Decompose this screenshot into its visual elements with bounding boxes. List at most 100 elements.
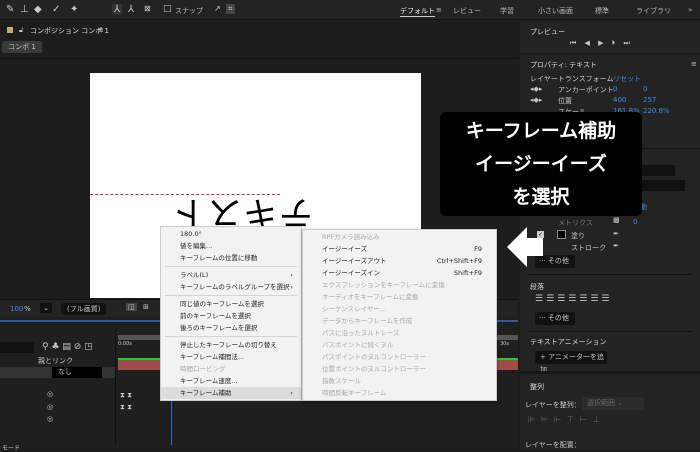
context-menu-item[interactable]: キーフレームの位置に移動 <box>161 252 301 264</box>
context-menu-item[interactable]: 前のキーフレームを選択 <box>161 310 301 322</box>
fill-color-swatch[interactable] <box>557 230 566 239</box>
menu-item-label: 同じ値のキーフレームを選択 <box>180 300 264 308</box>
canvas-text-layer[interactable]: テキスト <box>170 192 313 232</box>
panel-menu-icon[interactable]: ≡ <box>98 26 104 34</box>
keyframe-icon[interactable]: ⧗ ⧗ <box>120 391 132 400</box>
menu-item-label: キーフレームのラベルグループを選択 <box>180 283 290 291</box>
workspace-tab-small-screen[interactable]: 小さい画面 <box>538 6 573 16</box>
snap-option-icon[interactable]: ↗ <box>214 4 221 13</box>
eyedropper-icon[interactable]: ✒ <box>613 242 619 250</box>
submenu-item: データからキーフレームを作成 <box>303 315 496 327</box>
submenu-item[interactable]: イージーイーズイン Shift+F9 <box>303 267 496 279</box>
menu-item-label: 後ろのキーフレームを選択 <box>180 324 258 332</box>
anchor-x[interactable]: 0 <box>613 85 617 93</box>
position-y[interactable]: 257 <box>643 96 656 104</box>
panel-menu-icon[interactable]: ≡ <box>691 60 697 68</box>
lock-icon[interactable]: 🔓︎ <box>19 26 24 35</box>
context-menu-item[interactable]: キーフレームのラベルグループを選択 › <box>161 281 301 293</box>
workspace-menu-icon[interactable]: ≡ <box>436 6 442 14</box>
paragraph-align-icons[interactable]: ☰☰☰☰☰☰☰ <box>535 294 612 304</box>
stamp-tool-icon[interactable]: ⊥ <box>20 4 29 15</box>
anchor-y[interactable]: 0 <box>643 85 647 93</box>
align-buttons-icons[interactable]: ⊫⊨⊩⊤⊢⊥ <box>528 415 606 424</box>
more-workspaces-button[interactable]: » <box>688 6 692 14</box>
snap-grid-icon[interactable]: ⌗ <box>226 4 235 14</box>
kerning-dropdown[interactable]: メトリクス <box>558 218 593 228</box>
timeline-switches-icons[interactable]: ⚲ ♣ ▤ ⊘ ◳ <box>42 342 93 352</box>
eraser-tool-icon[interactable]: ◆ <box>34 4 42 15</box>
menu-item-label: イージーイーズ <box>322 245 368 253</box>
pickwhip-icon[interactable]: ◎ <box>47 415 53 423</box>
context-menu-item[interactable]: 後ろのキーフレームを選択 <box>161 322 301 334</box>
parent-link-header: 親とリンク <box>38 357 73 365</box>
context-menu-item[interactable]: 180.0° <box>161 228 301 240</box>
add-animator-button[interactable]: + アニメーターを追加 <box>535 351 607 374</box>
transparency-grid-icon[interactable]: ⊞ <box>143 303 149 311</box>
comp-color-swatch <box>7 27 13 33</box>
quality-dropdown[interactable]: (フル画質) <box>61 303 107 315</box>
snap-checkbox-icon[interactable]: □ <box>163 4 172 14</box>
menu-item-shortcut: Shift+F9 <box>453 269 482 277</box>
keyframe-icon[interactable]: ⧗ ⧗ <box>120 403 132 412</box>
arrow-left-icon <box>507 227 543 267</box>
axis-world-icon[interactable]: ⅄ <box>128 4 134 15</box>
context-menu-item[interactable]: 停止したキーフレームの切り替え <box>161 339 301 351</box>
axis-view-icon[interactable]: ⊠ <box>144 4 151 13</box>
workspace-tab-review[interactable]: レビュー <box>453 6 481 16</box>
context-menu-item[interactable]: 同じ値のキーフレームを選択 <box>161 298 301 310</box>
workspace-tab-default[interactable]: デフォルト <box>400 6 435 17</box>
context-menu-item[interactable]: キーフレーム補間法... <box>161 351 301 363</box>
menu-item-label: パスポイントのヌルコントローラー <box>322 353 426 361</box>
workspace-tab-learn[interactable]: 学習 <box>500 6 514 16</box>
workspace-tab-standard[interactable]: 標準 <box>595 6 609 16</box>
menu-item-shortcut: F9 <box>474 245 482 253</box>
submenu-item[interactable]: イージーイーズアウト Ctrl+Shift+F9 <box>303 255 496 267</box>
pickwhip-icon[interactable]: ◎ <box>47 390 53 398</box>
paragraph-title: 段落 <box>530 283 544 291</box>
tracking-value[interactable]: 0 <box>633 218 637 226</box>
context-menu-item[interactable]: キーフレーム補助 › <box>161 387 301 399</box>
zoom-value[interactable]: 100 <box>10 305 23 313</box>
menu-item-label: キーフレーム速度... <box>180 377 238 385</box>
context-menu-item[interactable]: ラベル(L) › <box>161 269 301 281</box>
reset-link[interactable]: リセット <box>613 74 641 84</box>
submenu-item[interactable]: イージーイーズ F9 <box>303 243 496 255</box>
chevron-right-icon: › <box>290 389 293 397</box>
mode-toggle-label[interactable]: モード <box>2 443 20 452</box>
zoom-dropdown[interactable]: ⌄ <box>40 303 52 313</box>
pickwhip-icon[interactable]: ◎ <box>47 403 53 411</box>
menu-item-label: エクスプレッションをキーフレームに変換 <box>322 281 445 289</box>
submenu-item: パスに沿ったヌルトレース <box>303 327 496 339</box>
timeline-search-input[interactable] <box>0 342 34 353</box>
position-label: 位置 <box>558 97 572 105</box>
region-of-interest-icon[interactable]: ◫ <box>126 303 137 311</box>
tracking-icon: ▩ <box>613 216 620 224</box>
preview-panel: プレビュー ⏮ ◀ ▶ ⏵ ⏭ <box>520 22 700 53</box>
paragraph-more-button[interactable]: ··· その他 <box>535 312 575 325</box>
workspace-tab-library[interactable]: ライブラリ <box>636 6 671 16</box>
menu-separator <box>165 295 297 296</box>
align-to-dropdown[interactable]: 選択範囲 ⌄ <box>582 397 644 410</box>
position-x[interactable]: 400 <box>613 96 626 104</box>
menu-item-label: シーケンスレイヤー... <box>322 305 387 313</box>
playback-controls-icon[interactable]: ⏮ ◀ ▶ ⏵ ⏭ <box>570 39 633 48</box>
align-to-label: レイヤーを整列： <box>525 401 581 409</box>
comp-tab[interactable]: コンポ 1 <box>2 41 42 53</box>
puppet-tool-icon[interactable]: ✦ <box>70 4 78 15</box>
context-menu-item[interactable]: 値を編集... <box>161 240 301 252</box>
context-menu-item[interactable]: キーフレーム速度... <box>161 375 301 387</box>
context-menu: 180.0° 値を編集... キーフレームの位置に移動 ラベル(L) › キーフレームのラ… <box>160 226 302 401</box>
menu-item-label: イージーイーズイン <box>322 269 381 277</box>
menu-item-label: 指数スケール <box>322 377 361 385</box>
scale-y[interactable]: 220.8% <box>643 107 670 115</box>
axis-icon[interactable]: ⅄ <box>112 4 123 15</box>
roto-tool-icon[interactable]: ✓ <box>52 4 60 15</box>
eyedropper-icon[interactable]: ✒ <box>613 230 619 238</box>
submenu-item: 指数スケール <box>303 375 496 387</box>
parent-dropdown[interactable]: なし <box>52 367 102 378</box>
submenu-item: 時間反転キーフレーム <box>303 387 496 399</box>
submenu-item: オーディオをキーフレームに変換 <box>303 291 496 303</box>
submenu-item: 位置ポイントのヌルコントローラー <box>303 363 496 375</box>
properties-title: プロパティ: テキスト <box>530 61 597 69</box>
brush-tool-icon[interactable]: ✎ <box>6 4 14 15</box>
